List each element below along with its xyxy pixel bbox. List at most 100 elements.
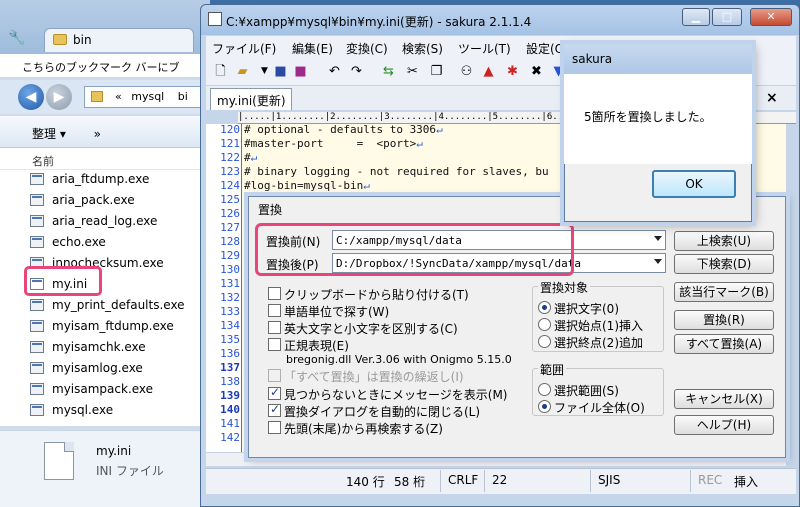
menu-convert[interactable]: 変換(C)	[346, 40, 388, 57]
explorer-tab-title: bin	[73, 33, 92, 47]
range-whole-file-radio[interactable]	[538, 400, 551, 413]
regex-checkbox[interactable]	[268, 338, 281, 351]
new-file-icon[interactable]: 🗋	[212, 63, 229, 80]
target-selected-text-radio[interactable]	[538, 301, 551, 314]
more-button[interactable]: »	[94, 127, 101, 141]
range-selection-radio[interactable]	[538, 383, 551, 396]
menu-search[interactable]: 検索(S)	[402, 40, 443, 57]
code-line: #↵	[244, 151, 257, 164]
explorer-tab[interactable]: bin	[44, 28, 194, 52]
jump-icon[interactable]: ⇆	[380, 63, 397, 80]
details-file-type: INI ファイル	[96, 464, 164, 478]
back-arrow-icon[interactable]: ◀	[18, 84, 44, 110]
menu-settings[interactable]: 設定(O)	[526, 40, 569, 57]
file-name: aria_ftdump.exe	[52, 172, 150, 186]
highlight-box-combos	[255, 223, 574, 276]
cut-icon[interactable]: ✂	[404, 63, 421, 80]
undo-icon[interactable]: ↶	[326, 63, 343, 80]
code-line: # optional - defaults to 3306↵	[244, 123, 443, 136]
line-number: 131	[220, 277, 240, 290]
chevron-down-icon[interactable]	[654, 259, 662, 264]
line-number: 122	[220, 151, 240, 164]
forward-arrow-icon[interactable]: ▶	[46, 84, 72, 110]
exe-file-icon	[30, 299, 44, 311]
dropdown-arrow-icon[interactable]: ▼	[256, 63, 273, 80]
file-name: mysql.exe	[52, 403, 114, 417]
status-divider	[484, 470, 485, 492]
exe-file-icon	[30, 173, 44, 185]
line-number: 133	[220, 305, 240, 318]
replace-all-repeat-label: 「すべて置換」は置換の繰返し(I)	[284, 370, 464, 384]
line-number: 135	[220, 333, 240, 346]
code-line: #master-port = <port>↵	[244, 137, 423, 150]
paste-clipboard-checkbox[interactable]	[268, 287, 281, 300]
line-number: 140	[220, 403, 240, 416]
target-option-label: 選択終点(2)追加	[554, 336, 643, 350]
show-not-found-checkbox[interactable]	[268, 385, 281, 400]
address-part-bin[interactable]: bi	[178, 90, 188, 103]
status-insert-mode: 挿入	[734, 475, 759, 489]
organize-toolbar: 整理 ▾ »	[0, 116, 210, 148]
status-eol: CRLF	[448, 473, 479, 487]
exe-file-icon	[30, 404, 44, 416]
ini-file-large-icon	[44, 442, 74, 480]
copy-icon[interactable]: ❐	[428, 63, 445, 80]
folder-icon	[53, 34, 67, 45]
regex-label: 正規表現(E)	[284, 339, 349, 353]
maximize-button[interactable]: □	[712, 8, 742, 26]
file-name: echo.exe	[52, 235, 106, 249]
save-all-icon[interactable]: ■	[292, 63, 309, 80]
save-icon[interactable]: ■	[272, 63, 289, 80]
search-down-button[interactable]: 下検索(D)	[674, 254, 774, 274]
wrap-search-checkbox[interactable]	[268, 421, 281, 434]
cancel-button[interactable]: キャンセル(X)	[674, 389, 774, 409]
file-name: myisamchk.exe	[52, 340, 146, 354]
status-rec: REC	[698, 473, 723, 487]
file-name: aria_pack.exe	[52, 193, 135, 207]
menu-tools[interactable]: ツール(T)	[458, 40, 511, 57]
auto-close-checkbox[interactable]	[268, 402, 281, 417]
range-option-label: ファイル全体(O)	[554, 401, 645, 415]
message-box-title: sakura	[572, 52, 613, 66]
search-up-button[interactable]: 上検索(U)	[674, 231, 774, 251]
organize-button[interactable]: 整理 ▾	[32, 127, 66, 141]
clear-mark-icon[interactable]: ✖	[528, 63, 545, 80]
paste-clipboard-label: クリップボードから貼り付ける(T)	[284, 288, 469, 302]
search-prev-icon[interactable]: ▲	[480, 63, 497, 80]
replace-button[interactable]: 置換(R)	[674, 310, 774, 330]
show-not-found-label: 見つからないときにメッセージを表示(M)	[284, 388, 508, 402]
replace-all-button[interactable]: すべて置換(A)	[674, 334, 774, 354]
close-button[interactable]: ✕	[750, 8, 792, 26]
tab-close-icon[interactable]: ×	[766, 90, 778, 106]
editor-tab-my-ini[interactable]: my.ini(更新)	[210, 88, 292, 110]
target-end-append-radio[interactable]	[538, 335, 551, 348]
chevron-down-icon[interactable]	[654, 236, 662, 241]
exe-file-icon	[30, 341, 44, 353]
help-button[interactable]: ヘルプ(H)	[674, 415, 774, 435]
search-icon[interactable]: ⚇	[458, 63, 475, 80]
menu-file[interactable]: ファイル(F)	[212, 40, 276, 57]
whole-word-checkbox[interactable]	[268, 304, 281, 317]
line-number: 141	[220, 417, 240, 430]
line-number: 142	[220, 431, 240, 444]
mark-lines-button[interactable]: 該当行マーク(B)	[674, 282, 774, 302]
newline-mark-icon: ↵	[250, 151, 258, 164]
status-divider	[590, 470, 591, 492]
address-bar[interactable]: « mysql bi	[84, 86, 214, 108]
column-header-name[interactable]: 名前	[0, 148, 210, 170]
code-line-text: #	[244, 151, 251, 164]
ok-button[interactable]: OK	[652, 170, 736, 198]
wrench-icon[interactable]: 🔧	[8, 30, 25, 46]
range-group-title: 範囲	[538, 361, 567, 378]
line-number: 136	[220, 347, 240, 360]
redo-icon[interactable]: ↷	[348, 63, 365, 80]
regex-icon[interactable]: ✱	[504, 63, 521, 80]
code-line-text: #log-bin=mysql-bin	[244, 179, 364, 192]
menu-edit[interactable]: 編集(E)	[292, 40, 333, 57]
address-part-mysql[interactable]: mysql	[131, 90, 164, 103]
match-case-checkbox[interactable]	[268, 321, 281, 334]
open-folder-icon[interactable]: ▰	[234, 63, 251, 80]
line-number: 137	[220, 361, 240, 374]
minimize-button[interactable]: ▁	[682, 8, 710, 26]
target-start-insert-radio[interactable]	[538, 318, 551, 331]
